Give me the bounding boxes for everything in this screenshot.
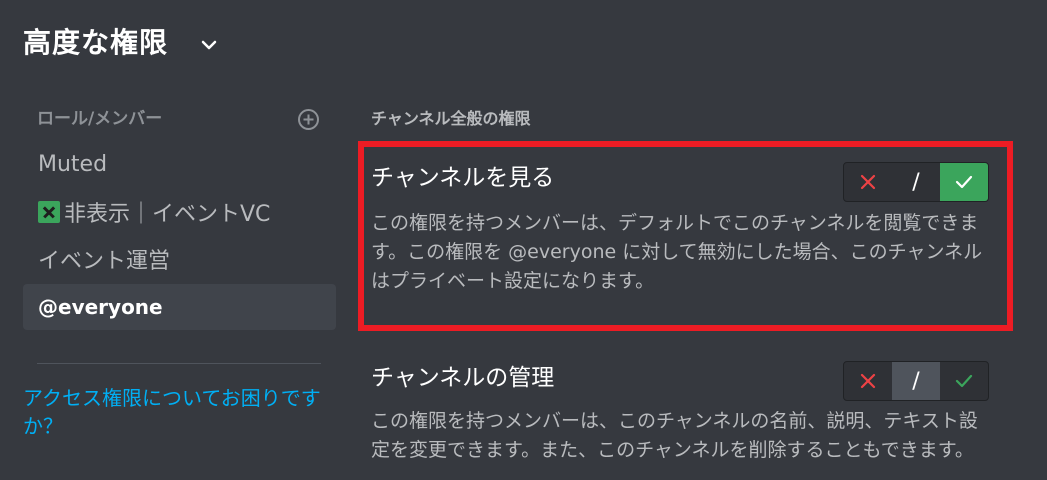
close-icon	[860, 174, 876, 190]
check-icon	[955, 374, 973, 388]
permissions-help-link[interactable]: アクセス権限についてお困りですか？	[23, 384, 333, 440]
deny-button[interactable]	[844, 163, 892, 201]
role-item-event-staff[interactable]: イベント運営	[23, 236, 336, 282]
sidebar-divider	[37, 363, 321, 364]
check-icon	[955, 175, 973, 189]
role-label: Muted	[38, 151, 108, 177]
allow-button[interactable]	[940, 362, 988, 400]
allow-button[interactable]	[940, 163, 988, 201]
permission-description-view-channel: この権限を持つメンバーは、デフォルトでこのチャンネルを閲覧できます。この権限を …	[371, 212, 983, 292]
add-role-icon[interactable]	[297, 108, 320, 131]
close-icon	[860, 373, 876, 389]
role-item-everyone[interactable]: @everyone	[23, 284, 336, 330]
role-label: 非表示｜イベントVC	[64, 202, 271, 227]
permission-title-view-channel: チャンネルを見る	[371, 165, 555, 191]
role-label: イベント運営	[38, 249, 171, 274]
neutral-button[interactable]: /	[892, 163, 940, 201]
deny-button[interactable]	[844, 362, 892, 400]
permission-title-manage-channel: チャンネルの管理	[371, 365, 555, 391]
green-x-box-icon	[38, 201, 60, 223]
page-title: 高度な権限	[23, 26, 169, 59]
permission-toggle-view-channel[interactable]: /	[843, 162, 989, 202]
advanced-permissions-page: 高度な権限 ロール/メンバー Muted 非表示｜イベントVC イベント運営 @…	[0, 0, 1047, 480]
neutral-button[interactable]: /	[892, 362, 940, 400]
permission-toggle-manage-channel[interactable]: /	[843, 361, 989, 401]
permission-description-manage-channel: この権限を持つメンバーは、このチャンネルの名前、説明、テキスト設定を変更できます…	[371, 410, 978, 461]
general-permissions-heading: チャンネル全般の権限	[371, 109, 531, 128]
role-item-hidden-event-vc[interactable]: 非表示｜イベントVC	[23, 189, 336, 235]
role-item-muted[interactable]: Muted	[23, 141, 336, 187]
chevron-down-icon[interactable]	[198, 34, 220, 56]
role-label: @everyone	[38, 295, 163, 319]
roles-members-heading: ロール/メンバー	[37, 109, 163, 129]
